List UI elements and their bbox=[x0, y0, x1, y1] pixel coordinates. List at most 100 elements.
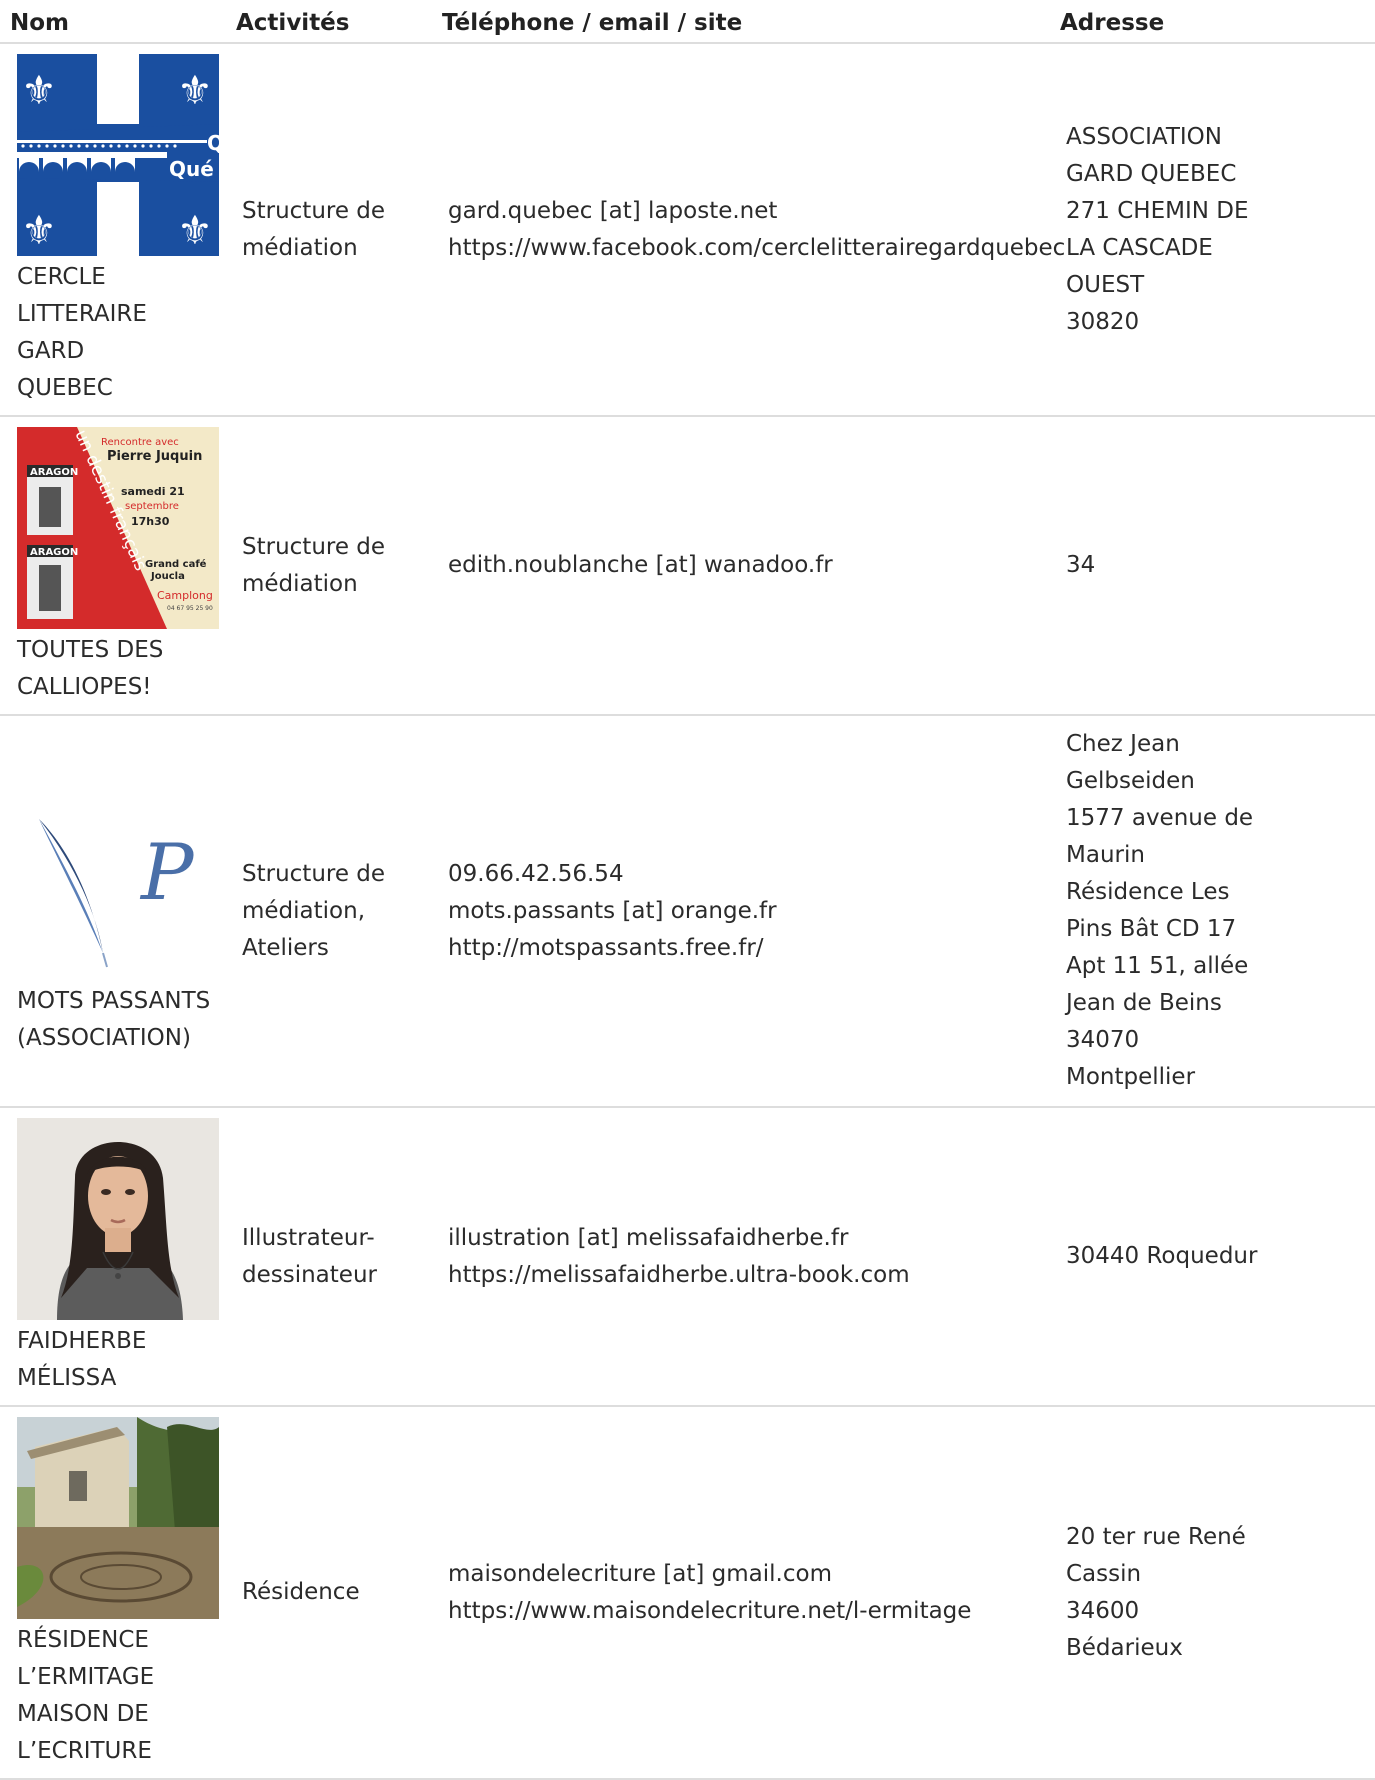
address-line: GARD QUEBEC bbox=[1066, 160, 1237, 187]
table-row: P MOTS PASSANTS (ASSOCIATION) Structure … bbox=[0, 715, 1375, 1108]
activity-line: dessinateur bbox=[242, 1261, 377, 1288]
address-line: ASSOCIATION bbox=[1066, 123, 1222, 150]
flag-text-1: Q bbox=[207, 131, 219, 155]
contact-cell: illustration [at] melissafaidherbe.fr ht… bbox=[432, 1107, 1050, 1407]
activities-cell: Résidence bbox=[226, 1406, 432, 1780]
gard-quebec-flag-image[interactable]: Q Qué ⚜ ⚜ ⚜ ⚜ bbox=[17, 54, 219, 256]
svg-text:⚜: ⚜ bbox=[21, 208, 57, 254]
address-line: Chez Jean bbox=[1066, 731, 1180, 757]
name-line[interactable]: LITTERAIRE GARD bbox=[17, 296, 218, 370]
address-line: Pins Bât CD 17 bbox=[1066, 916, 1237, 942]
contact-cell: gard.quebec [at] laposte.net https://www… bbox=[432, 43, 1065, 417]
house-garden-photo-image[interactable] bbox=[17, 1417, 219, 1619]
contact-email[interactable]: edith.noublanche [at] wanadoo.fr bbox=[448, 547, 1042, 584]
address-cell: 20 ter rue René Cassin 34600 Bédarieux bbox=[1050, 1406, 1375, 1780]
name-line[interactable]: RÉSIDENCE bbox=[17, 1622, 218, 1659]
poster-book-title-2: ARAGON bbox=[30, 547, 78, 558]
poster-date2: septembre bbox=[125, 501, 179, 512]
address-line: Cassin bbox=[1066, 1560, 1142, 1587]
quill-logo-letter: P bbox=[139, 828, 195, 918]
name-line[interactable]: L’ERMITAGE bbox=[17, 1659, 218, 1696]
poster-venue1: Grand café bbox=[145, 558, 207, 570]
name-line[interactable]: MAISON DE bbox=[17, 1696, 218, 1733]
activities-cell: Structure de médiation bbox=[226, 43, 432, 417]
column-header-contact[interactable]: Téléphone / email / site bbox=[432, 0, 1050, 44]
activity-line: Structure de bbox=[242, 860, 386, 887]
address-line: OUEST bbox=[1066, 271, 1145, 298]
activity-line: Résidence bbox=[242, 1579, 360, 1605]
table-row: RÉSIDENCE L’ERMITAGE MAISON DE L’ECRITUR… bbox=[0, 1406, 1375, 1780]
name-line[interactable]: MÉLISSA bbox=[17, 1360, 218, 1397]
activity-line: Ateliers bbox=[242, 934, 329, 961]
name-line[interactable]: QUEBEC bbox=[17, 370, 218, 407]
address-cell: ASSOCIATION GARD QUEBEC 271 CHEMIN DE LA… bbox=[1050, 43, 1375, 417]
poster-book-title-1: ARAGON bbox=[30, 467, 78, 478]
activity-line: Structure de bbox=[242, 197, 386, 224]
name-cell: ARAGON ARAGON un destin français Rencont… bbox=[0, 416, 226, 716]
contact-website-link[interactable]: http://motspassants.free.fr/ bbox=[448, 930, 1042, 967]
contact-email[interactable]: illustration [at] melissafaidherbe.fr bbox=[448, 1220, 1042, 1257]
poster-date1: samedi 21 bbox=[121, 485, 185, 498]
poster-phone: 04 67 95 25 90 bbox=[167, 605, 213, 612]
address-line: Apt 11 51, allée bbox=[1066, 953, 1249, 979]
column-header-adresse[interactable]: Adresse bbox=[1050, 0, 1375, 44]
contact-website-link[interactable]: https://melissafaidherbe.ultra-book.com bbox=[448, 1257, 1042, 1294]
name-line[interactable]: (ASSOCIATION) bbox=[17, 1020, 218, 1057]
address-line: 20 ter rue René bbox=[1066, 1523, 1246, 1550]
contact-cell: edith.noublanche [at] wanadoo.fr bbox=[432, 416, 1050, 716]
column-header-activites[interactable]: Activités bbox=[226, 0, 432, 44]
name-cell: FAIDHERBE MÉLISSA bbox=[0, 1107, 226, 1407]
name-cell: RÉSIDENCE L’ERMITAGE MAISON DE L’ECRITUR… bbox=[0, 1406, 226, 1780]
address-line: 271 CHEMIN DE bbox=[1066, 197, 1249, 224]
poster-rencontre: Rencontre avec bbox=[101, 437, 179, 448]
name-cell: Q Qué ⚜ ⚜ ⚜ ⚜ CERCLE LITTERAIRE GARD QUE… bbox=[0, 43, 226, 417]
poster-venue2: Joucla bbox=[150, 571, 185, 582]
contact-website-link[interactable]: https://www.maisondelecriture.net/l-ermi… bbox=[448, 1593, 1042, 1630]
svg-text:⚜: ⚜ bbox=[177, 208, 213, 254]
name-line[interactable]: FAIDHERBE bbox=[17, 1323, 218, 1360]
name-line[interactable]: L’ECRITURE bbox=[17, 1733, 218, 1770]
table-row: FAIDHERBE MÉLISSA Illustrateur- dessinat… bbox=[0, 1107, 1375, 1407]
name-line[interactable]: CALLIOPES! bbox=[17, 669, 218, 706]
quill-logo-image[interactable]: P bbox=[17, 767, 219, 969]
address-line: Gelbseiden bbox=[1066, 768, 1195, 794]
address-line: 30820 bbox=[1066, 308, 1140, 335]
svg-text:⚜: ⚜ bbox=[21, 68, 57, 114]
contact-phone[interactable]: 09.66.42.56.54 bbox=[448, 856, 1042, 893]
name-line[interactable]: TOUTES DES bbox=[17, 632, 218, 669]
address-line: Bédarieux bbox=[1066, 1634, 1183, 1661]
activity-line: médiation bbox=[242, 234, 358, 261]
poster-speaker: Pierre Juquin bbox=[107, 449, 202, 464]
address-line: LA CASCADE bbox=[1066, 234, 1213, 261]
svg-text:⚜: ⚜ bbox=[177, 68, 213, 114]
contact-cell: maisondelecriture [at] gmail.com https:/… bbox=[432, 1406, 1050, 1780]
directory-table: Nom Activités Téléphone / email / site A… bbox=[0, 0, 1375, 1780]
address-line: Montpellier bbox=[1066, 1064, 1196, 1090]
address-line: 34600 bbox=[1066, 1597, 1140, 1624]
column-header-nom[interactable]: Nom bbox=[0, 0, 226, 44]
address-line: 1577 avenue de bbox=[1066, 805, 1254, 831]
table-header-row: Nom Activités Téléphone / email / site A… bbox=[0, 0, 1375, 44]
contact-email[interactable]: mots.passants [at] orange.fr bbox=[448, 893, 1042, 930]
name-line[interactable]: CERCLE bbox=[17, 259, 218, 296]
contact-email[interactable]: maisondelecriture [at] gmail.com bbox=[448, 1556, 1042, 1593]
name-line[interactable]: MOTS PASSANTS bbox=[17, 983, 218, 1020]
address-cell: Chez Jean Gelbseiden 1577 avenue de Maur… bbox=[1050, 715, 1375, 1108]
address-line: Résidence Les bbox=[1066, 879, 1230, 905]
table-row: Q Qué ⚜ ⚜ ⚜ ⚜ CERCLE LITTERAIRE GARD QUE… bbox=[0, 43, 1375, 417]
aragon-event-poster-image[interactable]: ARAGON ARAGON un destin français Rencont… bbox=[17, 427, 219, 629]
activities-cell: Illustrateur- dessinateur bbox=[226, 1107, 432, 1407]
address-cell: 30440 Roquedur bbox=[1050, 1107, 1375, 1407]
activity-line: médiation, bbox=[242, 897, 366, 924]
activities-cell: Structure de médiation bbox=[226, 416, 432, 716]
flag-text-2: Qué bbox=[169, 157, 214, 181]
poster-town: Camplong bbox=[157, 589, 213, 602]
portrait-photo-image[interactable] bbox=[17, 1118, 219, 1320]
poster-time: 17h30 bbox=[131, 515, 170, 528]
address-line: Jean de Beins bbox=[1066, 990, 1222, 1016]
contact-email[interactable]: gard.quebec [at] laposte.net bbox=[448, 193, 1042, 230]
address-line: 30440 Roquedur bbox=[1066, 1243, 1258, 1269]
activity-line: médiation bbox=[242, 570, 358, 597]
contact-website-link[interactable]: https://www.facebook.com/cerclelitterair… bbox=[448, 230, 1065, 267]
name-cell: P MOTS PASSANTS (ASSOCIATION) bbox=[0, 715, 226, 1108]
